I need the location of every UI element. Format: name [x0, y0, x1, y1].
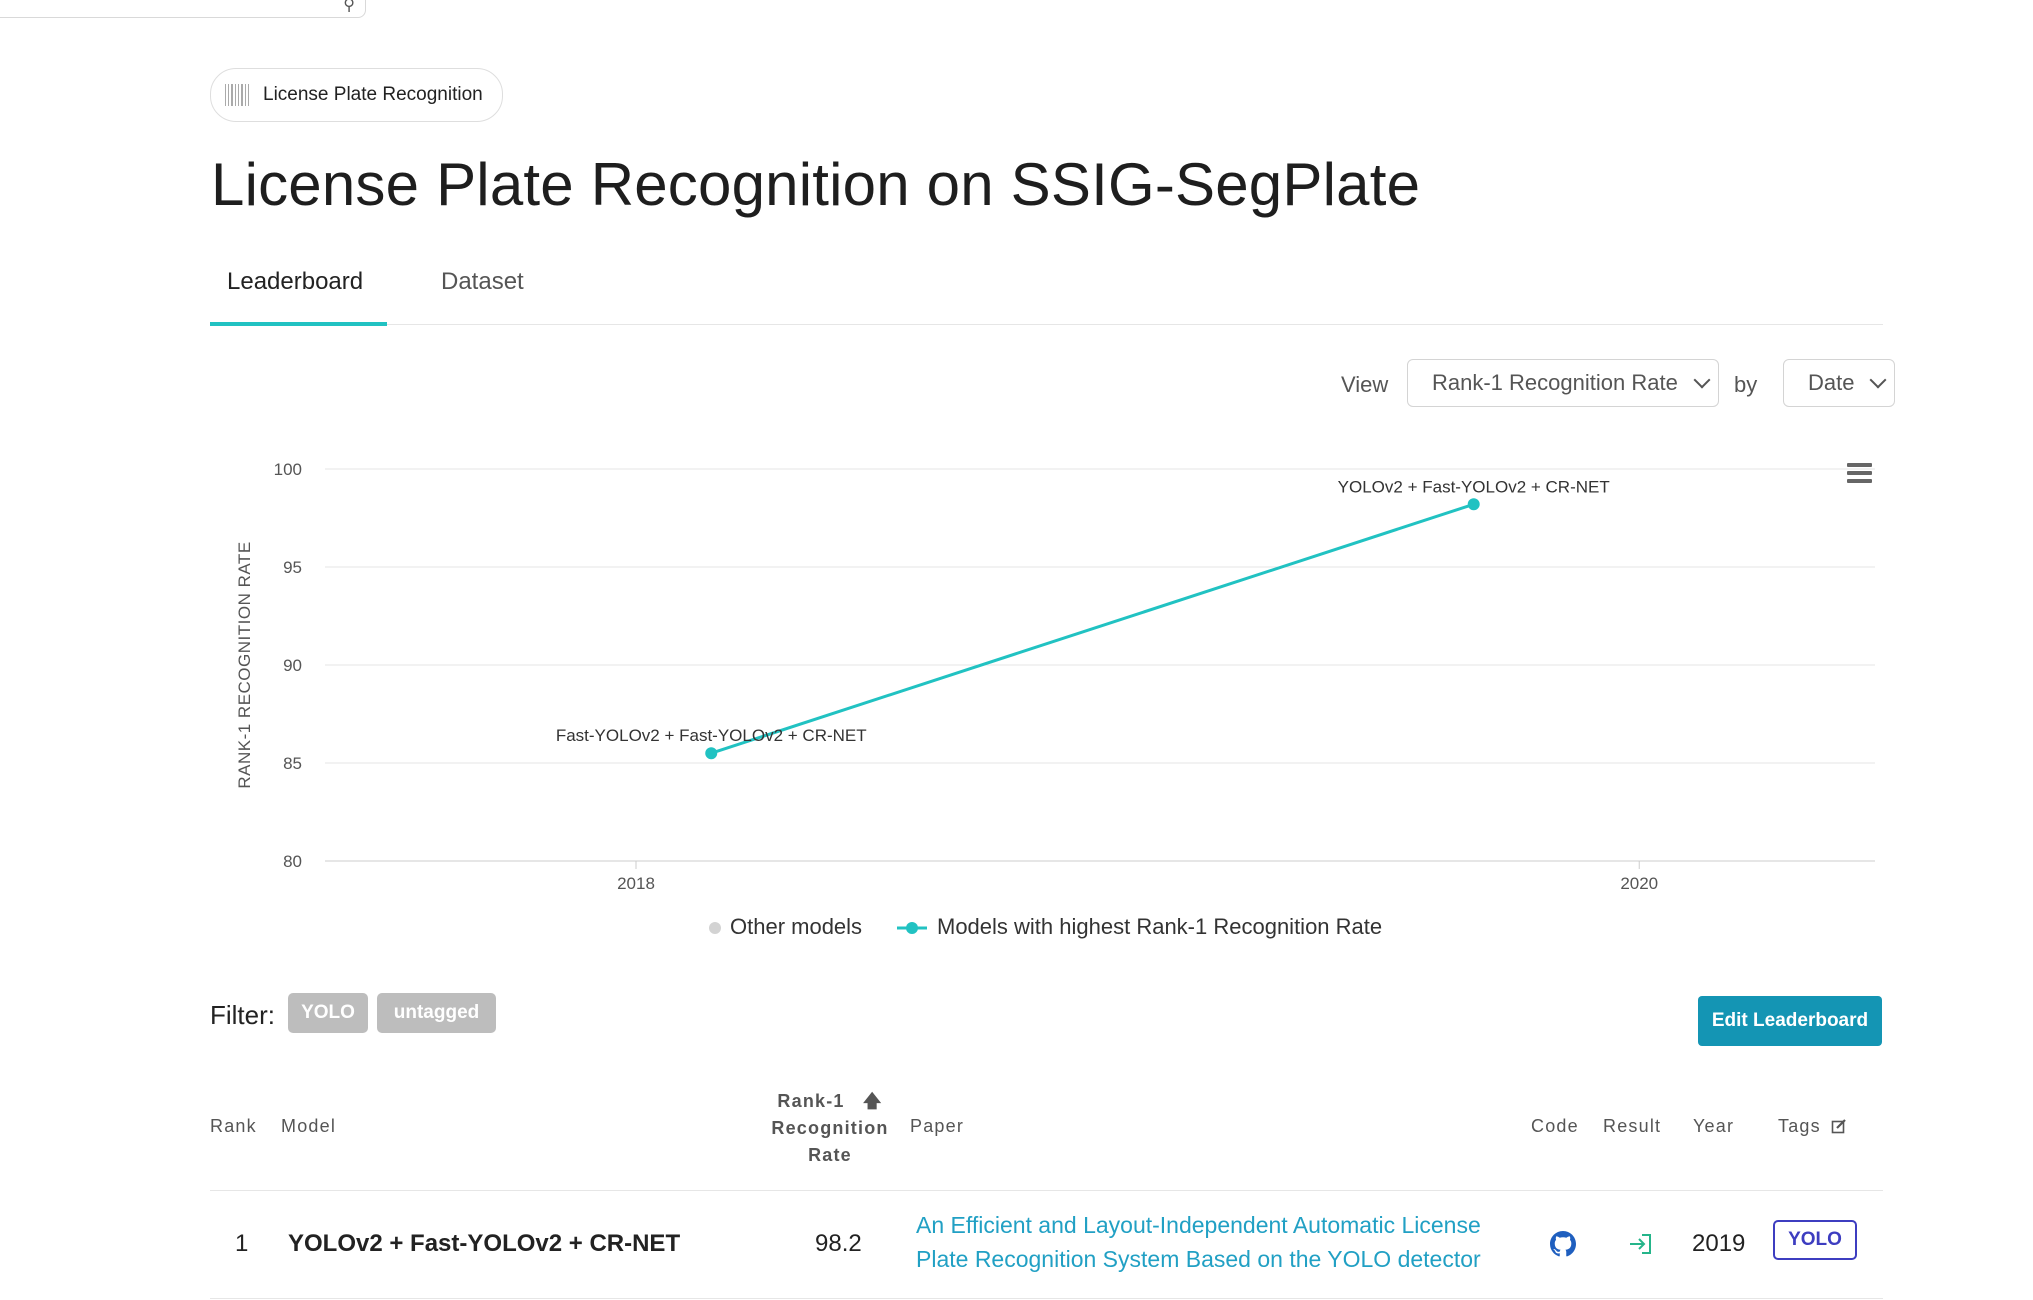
- header-code[interactable]: Code: [1531, 1116, 1579, 1137]
- header-paper[interactable]: Paper: [910, 1116, 964, 1137]
- y-tick-label: 85: [283, 754, 302, 773]
- header-tags[interactable]: Tags: [1778, 1116, 1847, 1137]
- header-result[interactable]: Result: [1603, 1116, 1661, 1137]
- y-tick-label: 80: [283, 852, 302, 871]
- row-paper-link[interactable]: An Efficient and Layout-Independent Auto…: [916, 1208, 1496, 1276]
- header-metric[interactable]: Rank-1 🡅 Recognition Rate: [760, 1088, 900, 1169]
- by-label: by: [1734, 372, 1758, 397]
- tab-dataset[interactable]: Dataset: [441, 268, 524, 296]
- x-tick-label: 2018: [617, 874, 655, 893]
- edit-leaderboard-button[interactable]: Edit Leaderboard: [1698, 996, 1882, 1046]
- chevron-down-icon: [1693, 371, 1711, 389]
- legend-label-best: Models with highest Rank-1 Recognition R…: [937, 914, 1382, 939]
- task-badge-label: License Plate Recognition: [263, 84, 483, 105]
- table-row-divider: [210, 1298, 1883, 1299]
- row-model[interactable]: YOLOv2 + Fast-YOLOv2 + CR-NET: [288, 1230, 680, 1258]
- header-model[interactable]: Model: [281, 1116, 336, 1137]
- task-badge[interactable]: License Plate Recognition: [210, 68, 503, 122]
- github-icon[interactable]: [1550, 1231, 1576, 1257]
- page-title: License Plate Recognition on SSIG-SegPla…: [211, 151, 1421, 218]
- active-tab-indicator: [210, 322, 387, 326]
- data-point: [1467, 498, 1480, 511]
- search-icon[interactable]: ⚲: [343, 0, 355, 15]
- data-point-label: YOLOv2 + Fast-YOLOv2 + CR-NET: [1338, 477, 1610, 496]
- search-bar[interactable]: ⚲: [0, 0, 366, 18]
- header-year[interactable]: Year: [1693, 1116, 1734, 1137]
- header-metric-line1: Rank-1: [777, 1091, 845, 1111]
- legend-marker-other: [709, 922, 721, 934]
- row-year: 2019: [1692, 1230, 1746, 1257]
- edit-icon[interactable]: [1831, 1118, 1847, 1134]
- filter-tag-yolo[interactable]: YOLO: [288, 993, 368, 1033]
- filter-label: Filter:: [210, 1000, 275, 1030]
- legend-marker-best: [906, 922, 918, 934]
- y-axis-label: RANK-1 RECOGNITION RATE: [235, 541, 254, 788]
- metric-select-value: Rank-1 Recognition Rate: [1432, 370, 1678, 395]
- data-point-label: Fast-YOLOv2 + Fast-YOLOv2 + CR-NET: [556, 726, 867, 745]
- table-header-divider: [210, 1190, 1883, 1191]
- y-tick-label: 95: [283, 558, 302, 577]
- row-tag-yolo[interactable]: YOLO: [1773, 1220, 1857, 1260]
- row-rank: 1: [235, 1230, 249, 1257]
- series-line: [710, 502, 1475, 755]
- result-link-icon[interactable]: [1628, 1232, 1654, 1256]
- y-tick-label: 100: [274, 460, 302, 479]
- row-paper-line2: Plate Recognition System Based on the YO…: [916, 1246, 1481, 1272]
- x-tick-label: 2020: [1620, 874, 1658, 893]
- row-paper-line1: An Efficient and Layout-Independent Auto…: [916, 1212, 1481, 1238]
- sort-arrow-up-icon[interactable]: 🡅: [863, 1091, 883, 1111]
- progress-chart: 80 85 90 95 100 2018 2020 RANK-1 RECOGNITION RA…: [235, 460, 1875, 939]
- header-metric-line2: Recognition: [771, 1118, 889, 1138]
- metric-select[interactable]: Rank-1 Recognition Rate: [1407, 359, 1719, 407]
- barcode-icon: [225, 84, 249, 106]
- y-tick-label: 90: [283, 656, 302, 675]
- data-point: [705, 747, 718, 760]
- view-label: View: [1341, 372, 1389, 397]
- chevron-down-icon: [1869, 371, 1887, 389]
- hamburger-menu-icon[interactable]: [1847, 463, 1872, 483]
- header-tags-label: Tags: [1778, 1116, 1821, 1136]
- filter-tag-untagged[interactable]: untagged: [377, 993, 496, 1033]
- header-rank[interactable]: Rank: [210, 1116, 257, 1137]
- tab-leaderboard[interactable]: Leaderboard: [227, 268, 363, 296]
- order-select-value: Date: [1808, 370, 1855, 395]
- header-metric-line3: Rate: [808, 1145, 852, 1165]
- tabs-divider: [210, 324, 1883, 325]
- order-select[interactable]: Date: [1783, 359, 1895, 407]
- row-metric: 98.2: [815, 1230, 862, 1257]
- legend-label-other: Other models: [730, 914, 862, 939]
